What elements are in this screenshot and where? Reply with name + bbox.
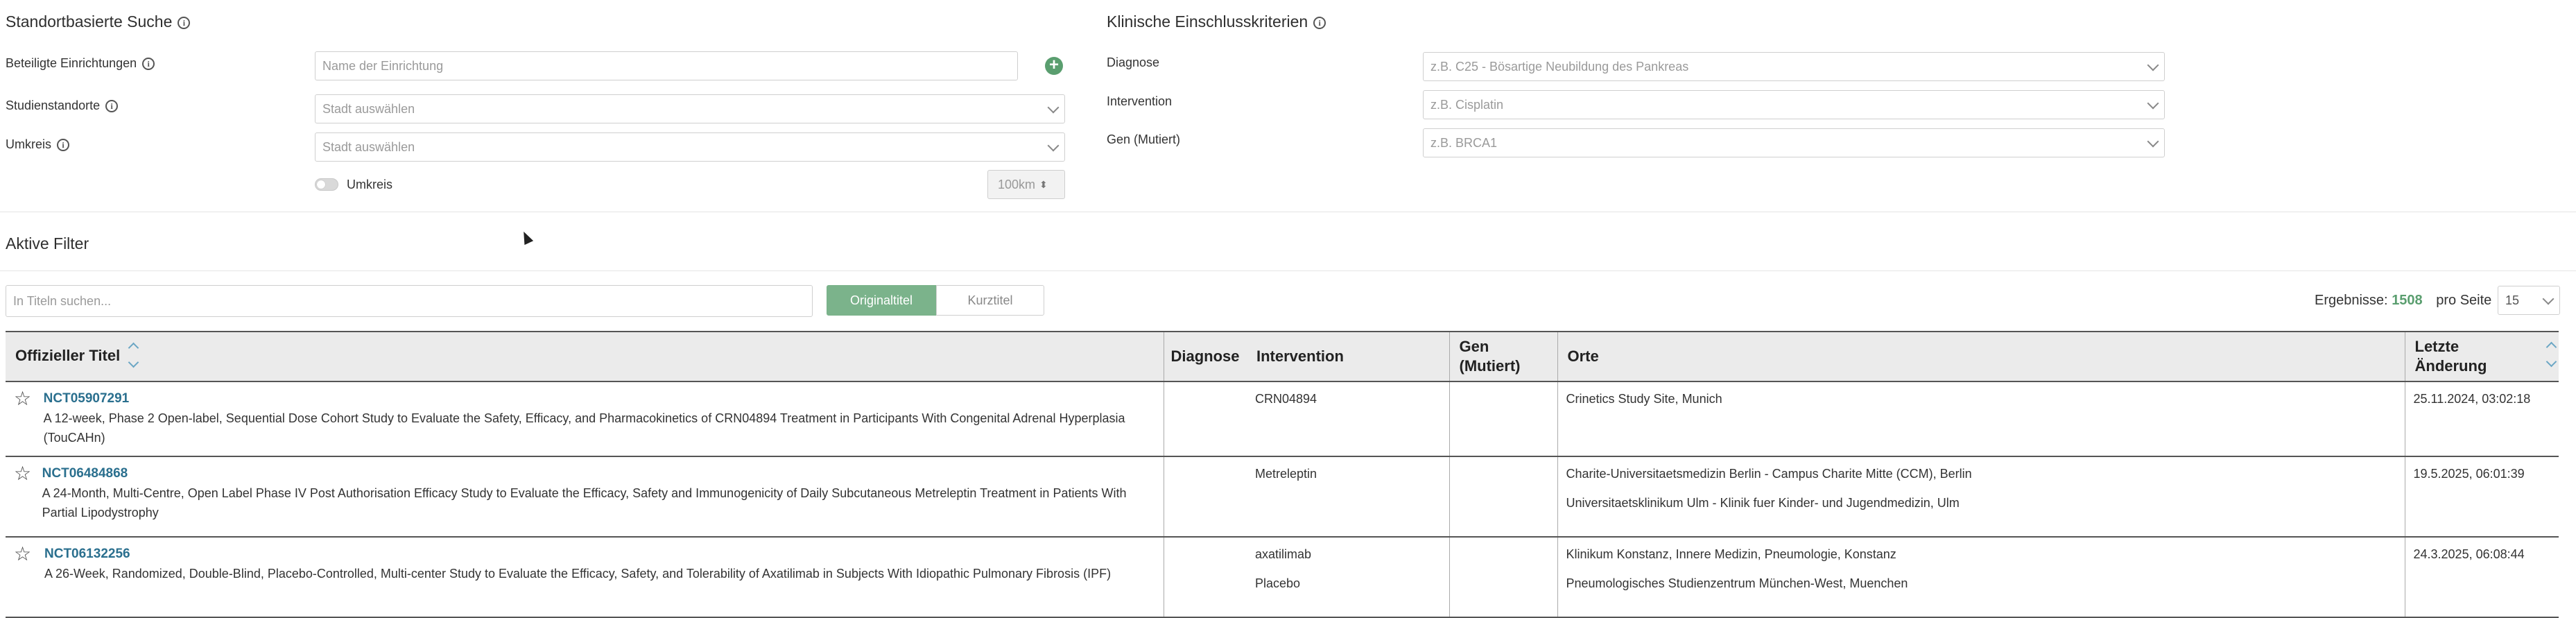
sort-icon[interactable] bbox=[128, 342, 139, 370]
gene-cell bbox=[1449, 381, 1557, 457]
intervention-label: Intervention bbox=[1107, 94, 1173, 108]
per-page-select[interactable]: 15 bbox=[2498, 286, 2560, 315]
column-header-diagnosis[interactable]: Diagnose bbox=[1163, 331, 1247, 382]
diagnosis-select[interactable]: z.B. C25 - Bösartige Neubildung des Pank… bbox=[1423, 52, 2165, 81]
diagnosis-cell bbox=[1163, 456, 1247, 538]
diagnosis-cell bbox=[1163, 381, 1247, 457]
locations-cell: Charite-Universitaetsmedizin Berlin - Ca… bbox=[1557, 456, 2405, 538]
table-row: ☆ NCT06132256 A 26-Week, Randomized, Dou… bbox=[6, 537, 2559, 618]
sites-select[interactable]: Stadt auswählen bbox=[315, 94, 1065, 123]
star-icon[interactable]: ☆ bbox=[14, 389, 44, 447]
participating-label: Beteiligte Einrichtungen i bbox=[6, 56, 155, 71]
trials-table: Offizieller Titel Diagnose Intervention … bbox=[6, 331, 2559, 618]
chevron-down-icon bbox=[1047, 139, 1060, 152]
gene-cell bbox=[1449, 456, 1557, 538]
intervention-select[interactable]: z.B. Cisplatin bbox=[1423, 90, 2165, 119]
diagnosis-label: Diagnose bbox=[1107, 55, 1160, 69]
gene-select[interactable]: z.B. BRCA1 bbox=[1423, 128, 2165, 157]
last-change-cell: 19.5.2025, 06:01:39 bbox=[2404, 456, 2559, 538]
info-icon[interactable]: i bbox=[57, 139, 69, 152]
intervention-cell: Metreleptin bbox=[1247, 456, 1449, 538]
results-summary: Ergebnisse: 1508 pro Seite bbox=[2315, 293, 2492, 308]
trial-title: A 26-Week, Randomized, Double-Blind, Pla… bbox=[44, 567, 1112, 581]
info-icon[interactable]: i bbox=[105, 100, 119, 113]
chevron-down-icon bbox=[2147, 97, 2159, 110]
info-icon[interactable]: i bbox=[142, 58, 155, 71]
table-header-row: Offizieller Titel Diagnose Intervention … bbox=[6, 331, 2559, 382]
trial-title: A 12-week, Phase 2 Open-label, Sequentia… bbox=[43, 411, 1125, 445]
star-icon[interactable]: ☆ bbox=[14, 544, 44, 583]
trial-title: A 24-Month, Multi-Centre, Open Label Pha… bbox=[42, 486, 1127, 520]
sites-label: Studienstandorte i bbox=[6, 98, 119, 113]
table-row: ☆ NCT05907291 A 12-week, Phase 2 Open-la… bbox=[6, 381, 2559, 457]
column-header-intervention[interactable]: Intervention bbox=[1247, 331, 1449, 382]
toggle-knob bbox=[317, 180, 325, 189]
title-search-input[interactable]: In Titeln suchen... bbox=[6, 285, 813, 317]
participating-input[interactable]: Name der Einrichtung bbox=[315, 51, 1018, 80]
active-filters-title: Aktive Filter bbox=[6, 234, 89, 252]
radius-toggle-label: Umkreis bbox=[347, 178, 392, 191]
location-search-title: Standortbasierte Suche i bbox=[6, 12, 191, 31]
star-icon[interactable]: ☆ bbox=[14, 464, 42, 522]
per-page-label: pro Seite bbox=[2436, 293, 2492, 308]
results-count: 1508 bbox=[2392, 293, 2423, 308]
add-institution-button[interactable]: + bbox=[1045, 57, 1063, 75]
radius-toggle[interactable] bbox=[315, 178, 338, 191]
title-cell: ☆ NCT06484868 A 24-Month, Multi-Centre, … bbox=[6, 456, 1164, 538]
clinical-criteria-title: Klinische Einschlusskriterien i bbox=[1107, 12, 1326, 31]
chevron-down-icon bbox=[2147, 135, 2159, 148]
original-title-toggle[interactable]: Originaltitel bbox=[827, 285, 936, 316]
mouse-cursor-icon bbox=[519, 229, 534, 246]
column-header-gene[interactable]: Gen (Mutiert) bbox=[1449, 331, 1557, 382]
intervention-cell: CRN04894 bbox=[1247, 381, 1449, 457]
gene-label: Gen (Mutiert) bbox=[1107, 132, 1181, 146]
sort-icon[interactable] bbox=[2545, 341, 2557, 370]
chevron-down-icon bbox=[2542, 293, 2555, 305]
title-cell: ☆ NCT05907291 A 12-week, Phase 2 Open-la… bbox=[6, 381, 1164, 457]
gene-cell bbox=[1449, 537, 1557, 618]
intervention-cell: axatilimab Placebo bbox=[1247, 537, 1449, 618]
last-change-cell: 24.3.2025, 06:08:44 bbox=[2404, 537, 2559, 618]
radius-label: Umkreis i bbox=[6, 137, 69, 152]
chevron-down-icon bbox=[1047, 101, 1060, 114]
column-header-locations[interactable]: Orte bbox=[1557, 331, 2405, 382]
trial-id-link[interactable]: NCT05907291 bbox=[44, 389, 1155, 409]
table-row: ☆ NCT06484868 A 24-Month, Multi-Centre, … bbox=[6, 456, 2559, 538]
stepper-icon: ⬍ bbox=[1039, 178, 1048, 190]
info-icon[interactable]: i bbox=[1313, 16, 1326, 29]
diagnosis-cell bbox=[1163, 537, 1247, 618]
last-change-cell: 25.11.2024, 03:02:18 bbox=[2404, 381, 2559, 457]
locations-cell: Klinikum Konstanz, Innere Medizin, Pneum… bbox=[1557, 537, 2405, 618]
title-cell: ☆ NCT06132256 A 26-Week, Randomized, Dou… bbox=[6, 537, 1164, 618]
column-header-title[interactable]: Offizieller Titel bbox=[6, 331, 1164, 382]
trial-id-link[interactable]: NCT06484868 bbox=[42, 464, 1155, 483]
radius-city-select[interactable]: Stadt auswählen bbox=[315, 132, 1065, 162]
chevron-down-icon bbox=[2147, 59, 2159, 71]
locations-cell: Crinetics Study Site, Munich bbox=[1557, 381, 2405, 457]
info-icon[interactable]: i bbox=[178, 16, 191, 29]
short-title-toggle[interactable]: Kurztitel bbox=[936, 285, 1044, 316]
column-header-last-change[interactable]: Letzte Änderung bbox=[2404, 331, 2559, 382]
radius-km-stepper[interactable]: 100km ⬍ bbox=[987, 170, 1065, 199]
trial-id-link[interactable]: NCT06132256 bbox=[44, 544, 1111, 564]
